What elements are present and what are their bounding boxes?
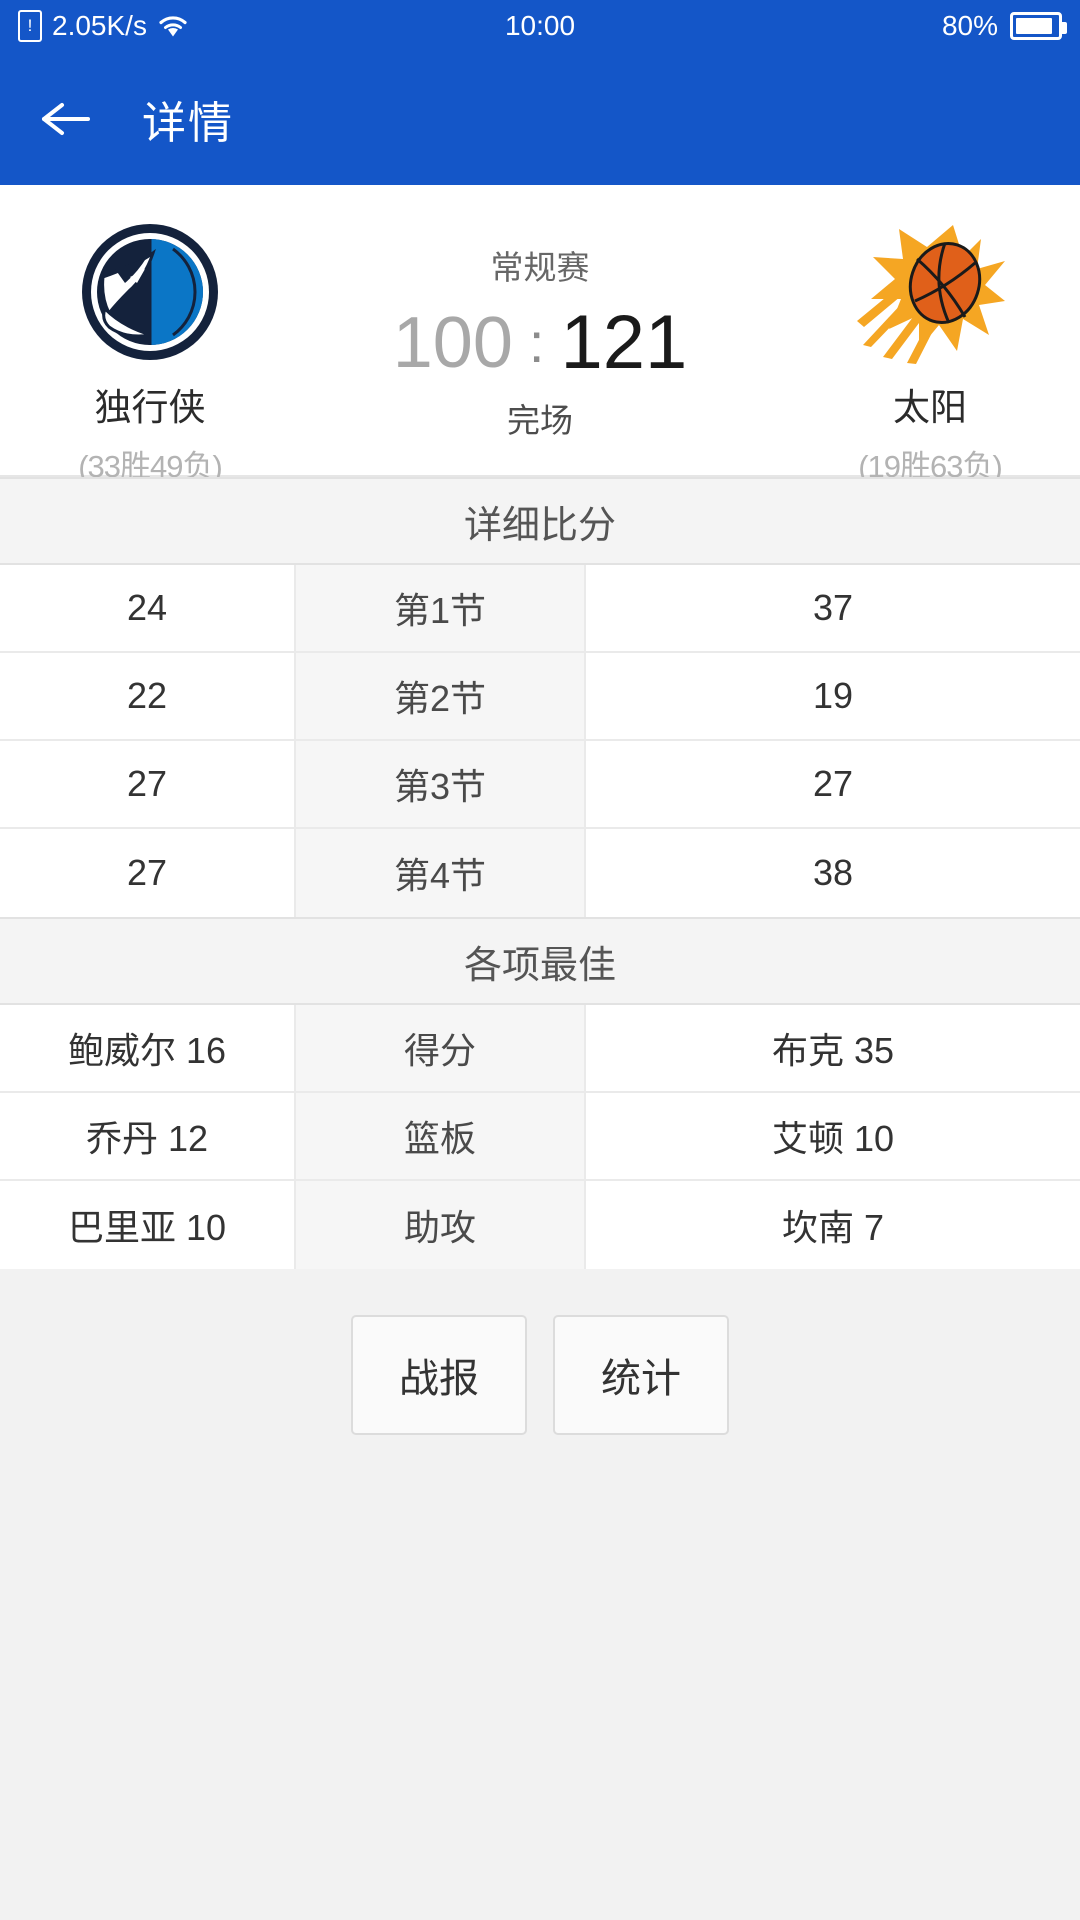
detailed-score-table: 24 第1节 37 22 第2节 19 27 第3节 27 27 第4节 38 (0, 565, 1080, 917)
sim-card-icon (18, 10, 42, 42)
statistics-button[interactable]: 统计 (553, 1315, 729, 1435)
row-right-value: 38 (586, 829, 1080, 917)
table-row: 27 第4节 38 (0, 829, 1080, 917)
back-arrow-icon[interactable] (36, 95, 94, 143)
wifi-icon (157, 13, 189, 39)
home-team-block[interactable]: 太阳 (19胜63负) (780, 217, 1080, 486)
table-row: 鲍威尔 16 得分 布克 35 (0, 1005, 1080, 1093)
match-summary: 常规赛 100 : 121 完场 (300, 217, 780, 442)
row-left-value: 巴里亚 10 (0, 1181, 294, 1269)
row-left-value: 27 (0, 829, 294, 917)
row-right-value: 布克 35 (586, 1005, 1080, 1091)
row-right-value: 坎南 7 (586, 1181, 1080, 1269)
away-team-block[interactable]: 独行侠 (33胜49负) (0, 217, 300, 486)
status-bar: 2.05K/s 10:00 80% (0, 0, 1080, 52)
table-row: 乔丹 12 篮板 艾顿 10 (0, 1093, 1080, 1181)
table-row: 巴里亚 10 助攻 坎南 7 (0, 1181, 1080, 1269)
row-left-value: 22 (0, 653, 294, 739)
battery-percent-label: 80% (941, 10, 998, 41)
match-status-label: 完场 (507, 402, 573, 439)
row-label: 第3节 (294, 741, 586, 827)
row-label: 得分 (294, 1005, 586, 1091)
row-right-value: 37 (586, 565, 1080, 651)
row-left-value: 27 (0, 741, 294, 827)
match-type-label: 常规赛 (490, 249, 590, 286)
detailed-score-header: 详细比分 (0, 477, 1080, 565)
app-bar: 详情 (0, 52, 1080, 185)
row-right-value: 艾顿 10 (586, 1093, 1080, 1179)
score-line: 100 : 121 (393, 299, 688, 386)
row-right-value: 27 (586, 741, 1080, 827)
battery-icon (1010, 12, 1067, 40)
status-bar-right: 80% (941, 10, 1067, 42)
table-row: 27 第3节 27 (0, 741, 1080, 829)
page-title: 详情 (142, 98, 234, 148)
battery-fill (1016, 18, 1052, 34)
score-separator: : (528, 311, 545, 374)
table-row: 22 第2节 19 (0, 653, 1080, 741)
home-score: 121 (560, 300, 688, 385)
leaders-header: 各项最佳 (0, 917, 1080, 1005)
row-label: 第1节 (294, 565, 586, 651)
mavericks-logo-icon (75, 217, 225, 367)
home-team-name: 太阳 (893, 387, 967, 428)
app-root: 2.05K/s 10:00 80% 详情 (0, 0, 1080, 1920)
score-panel: 独行侠 (33胜49负) 常规赛 100 : 121 完场 太阳 (19胜63负… (0, 185, 1080, 484)
away-team-name: 独行侠 (94, 387, 206, 428)
footer-actions: 战报 统计 (0, 1269, 1080, 1481)
network-speed-label: 2.05K/s (52, 10, 147, 41)
row-label: 第2节 (294, 653, 586, 739)
row-right-value: 19 (586, 653, 1080, 739)
row-left-value: 乔丹 12 (0, 1093, 294, 1179)
suns-logo-icon (855, 217, 1005, 367)
page-filler (0, 1481, 1080, 1920)
status-bar-left: 2.05K/s (18, 10, 189, 42)
leaders-table: 鲍威尔 16 得分 布克 35 乔丹 12 篮板 艾顿 10 巴里亚 10 助攻… (0, 1005, 1080, 1269)
game-report-button[interactable]: 战报 (351, 1315, 527, 1435)
row-label: 助攻 (294, 1181, 586, 1269)
away-score: 100 (392, 302, 513, 383)
row-label: 篮板 (294, 1093, 586, 1179)
row-left-value: 24 (0, 565, 294, 651)
row-label: 第4节 (294, 829, 586, 917)
row-left-value: 鲍威尔 16 (0, 1005, 294, 1091)
table-row: 24 第1节 37 (0, 565, 1080, 653)
